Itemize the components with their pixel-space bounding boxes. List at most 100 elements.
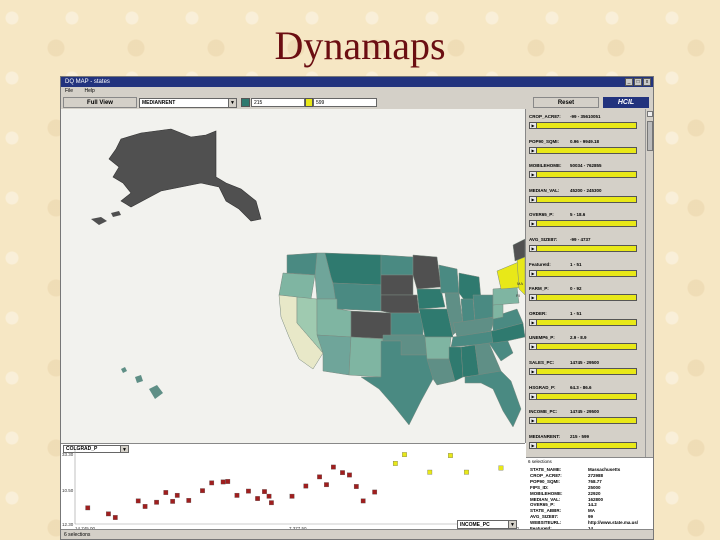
scatter-point[interactable] <box>225 479 231 484</box>
scatter-point[interactable] <box>289 493 295 499</box>
maximize-button[interactable]: □ <box>634 78 642 86</box>
slider-range-text: 14745 - 29500 <box>570 360 600 365</box>
attribute-select[interactable]: MEDIANRENT ▼ <box>139 98 237 108</box>
minimize-button[interactable]: _ <box>625 78 633 86</box>
scatter-point[interactable] <box>142 504 148 509</box>
scatter-point[interactable] <box>448 453 453 458</box>
slider-handle-icon[interactable]: ▶ <box>530 147 537 153</box>
range-slider[interactable]: ▶ <box>529 294 637 302</box>
scatter-point[interactable] <box>372 489 378 495</box>
range-slider[interactable]: ▶ <box>529 343 637 351</box>
range-slider[interactable]: ▶ <box>529 318 637 326</box>
scatter-point[interactable] <box>106 511 111 517</box>
range-slider[interactable]: ▶ <box>529 220 637 228</box>
scatter-point[interactable] <box>498 465 504 471</box>
map-state-oregon <box>278 272 316 300</box>
low-color-swatch[interactable] <box>241 98 250 107</box>
status-bar: 6 selections <box>61 529 653 539</box>
high-color-swatch[interactable] <box>305 98 313 107</box>
slider-handle-icon[interactable]: ▶ <box>530 123 537 128</box>
scatter-point[interactable] <box>324 482 329 488</box>
map-pane[interactable]: RI MA <box>61 109 526 443</box>
slider-handle-icon[interactable]: ▶ <box>530 393 537 399</box>
scatter-point[interactable] <box>269 500 274 506</box>
slider-handle-icon[interactable]: ▶ <box>530 246 537 251</box>
range-slider[interactable]: ▶ <box>529 195 637 203</box>
scatterplot-canvas[interactable]: 33.3010.5012.3014,745.007,377.5029,500.0… <box>61 444 525 530</box>
scatter-point[interactable] <box>246 488 251 494</box>
chevron-down-icon[interactable]: ▼ <box>508 521 516 528</box>
scatter-point[interactable] <box>85 505 91 511</box>
scatter-point[interactable] <box>360 498 366 504</box>
scatter-point[interactable] <box>317 474 322 480</box>
range-low-field[interactable]: 215 <box>251 98 305 107</box>
slider-handle-icon[interactable]: ▶ <box>530 418 537 424</box>
close-button[interactable]: x <box>643 78 651 86</box>
scatter-point[interactable] <box>347 472 352 478</box>
range-slider[interactable]: ▶ <box>529 269 637 277</box>
scatter-point[interactable] <box>186 498 192 503</box>
x-attribute-select[interactable]: INCOME_PC ▼ <box>457 520 517 529</box>
menu-help[interactable]: Help <box>84 88 94 94</box>
scatter-point[interactable] <box>353 484 359 489</box>
scatter-point[interactable] <box>262 489 267 494</box>
scatter-point[interactable] <box>427 469 433 475</box>
scatter-point[interactable] <box>234 492 240 498</box>
scatter-point[interactable] <box>402 452 407 457</box>
full-view-button[interactable]: Full View <box>63 97 137 108</box>
slider-handle-icon[interactable]: ▶ <box>530 319 537 325</box>
chevron-down-icon[interactable]: ▼ <box>228 99 236 107</box>
reset-button[interactable]: Reset <box>533 97 599 108</box>
scroll-up-arrow-icon[interactable] <box>647 111 653 117</box>
scatter-point[interactable] <box>209 480 215 486</box>
scatter-point[interactable] <box>135 498 141 504</box>
slider-handle-icon[interactable]: ▶ <box>530 344 537 350</box>
scatter-point[interactable] <box>392 461 398 466</box>
range-slider[interactable]: ▶ <box>529 417 637 425</box>
window-titlebar[interactable]: DQ MAP - states _ □ x <box>61 77 653 87</box>
x-attribute-value: INCOME_PC <box>460 522 490 528</box>
scatter-point[interactable] <box>170 498 176 504</box>
map-state-north-dakota <box>380 254 414 276</box>
scrollbar-thumb[interactable] <box>647 121 653 151</box>
range-slider[interactable]: ▶ <box>529 146 637 154</box>
scatter-point[interactable] <box>464 469 469 475</box>
slider-handle-icon[interactable]: ▶ <box>530 270 537 276</box>
range-slider[interactable]: ▶ <box>529 441 637 449</box>
map-state-wisconsin <box>438 264 460 294</box>
range-high-field[interactable]: 599 <box>313 98 377 107</box>
slider-handle-icon[interactable]: ▶ <box>530 442 537 448</box>
range-slider[interactable]: ▶ <box>529 122 637 129</box>
scatter-point[interactable] <box>112 515 118 520</box>
scatter-point[interactable] <box>174 492 180 498</box>
range-slider[interactable]: ▶ <box>529 368 637 375</box>
scatter-point[interactable] <box>255 496 260 501</box>
menu-file[interactable]: File <box>65 88 73 94</box>
scatter-point[interactable] <box>220 479 226 485</box>
detail-key: OVER65_P: <box>530 502 555 508</box>
scatter-point[interactable] <box>340 470 345 476</box>
slider-handle-icon[interactable]: ▶ <box>530 172 537 178</box>
slider-handle-icon[interactable]: ▶ <box>530 221 537 227</box>
slider-handle-icon[interactable]: ▶ <box>530 295 537 301</box>
detail-key: AVG_SIZE87: <box>530 514 559 520</box>
range-slider-row: SALES_PC: 14745 - 29500 ▶ <box>526 360 645 385</box>
scatter-point[interactable] <box>303 483 309 489</box>
map-state-alaska <box>108 128 262 222</box>
range-slider[interactable]: ▶ <box>529 392 637 400</box>
range-slider[interactable]: ▶ <box>529 171 637 179</box>
slider-scrollbar[interactable] <box>645 109 653 457</box>
scatter-point[interactable] <box>266 493 272 499</box>
scatterplot-pane[interactable]: COLGRAD_P ▼ 33.30 10.50 12.30 14,745.00 7,37… <box>61 443 525 530</box>
range-slider[interactable]: ▶ <box>529 245 637 252</box>
slider-handle-icon[interactable]: ▶ <box>530 196 537 202</box>
scatter-point[interactable] <box>331 464 336 470</box>
scatter-point[interactable] <box>200 488 205 494</box>
scatter-point[interactable] <box>154 499 159 505</box>
scatter-point[interactable] <box>163 490 169 495</box>
slider-range-text: 50034 - 762855 <box>570 163 602 169</box>
y-tick-label: 33.30 <box>62 452 74 457</box>
slider-handle-icon[interactable]: ▶ <box>530 369 537 374</box>
map-label-ma: MA <box>517 281 523 286</box>
us-choropleth-map[interactable]: RI MA <box>61 109 525 443</box>
